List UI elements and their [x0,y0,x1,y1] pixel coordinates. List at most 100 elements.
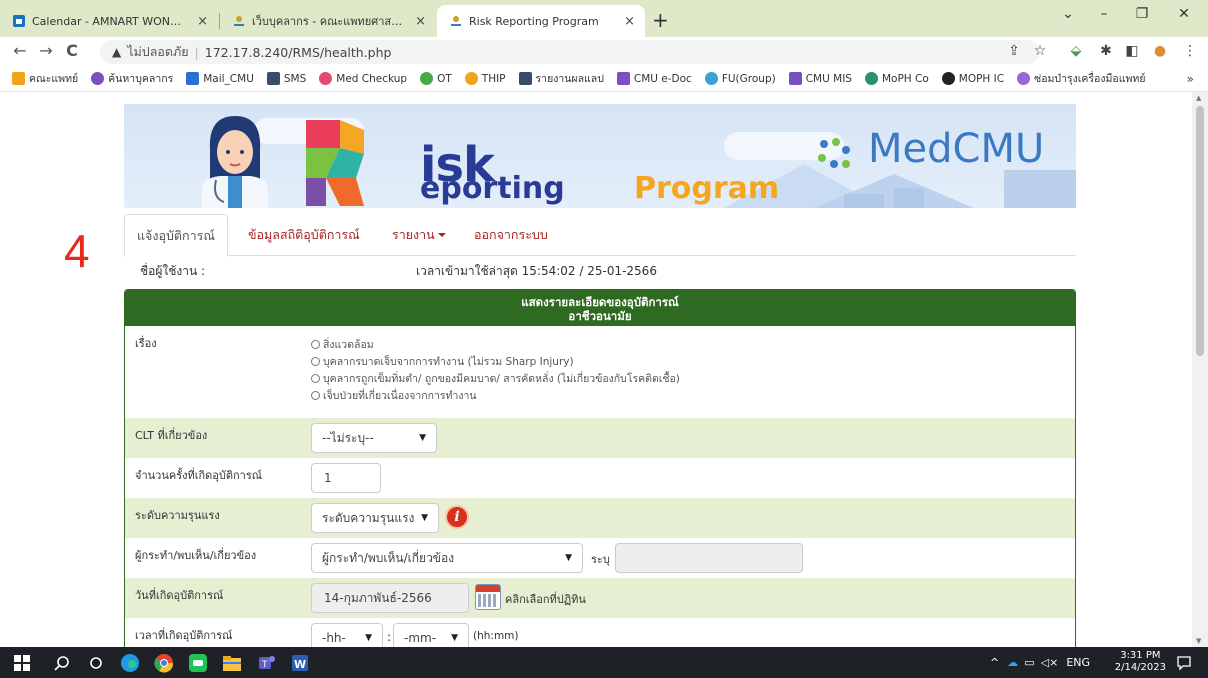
word-icon[interactable]: W [288,651,312,675]
bookmark-item[interactable]: FU(Group) [704,72,776,85]
tab-incident-statistics[interactable]: ข้อมูลสถิติอุบัติการณ์ [236,214,372,256]
bookmark-item[interactable]: Mail_CMU [186,72,254,85]
calendar-icon[interactable] [475,584,501,610]
profile-icon[interactable]: ● [1150,43,1170,59]
sidepanel-icon[interactable]: ◧ [1122,43,1142,59]
clock-date: 2/14/2023 [1114,662,1166,673]
info-icon[interactable]: i [445,505,469,529]
bookmark-item[interactable]: SMS [266,72,306,85]
address-bar[interactable]: ▲ ไม่ปลอดภัย | 172.17.8.240/RMS/health.p… [100,40,1040,64]
tab-risk-reporting[interactable]: Risk Reporting Program × [437,5,645,37]
severity-select[interactable]: ระดับความรุนแรง ▼ [311,503,439,533]
radio-button[interactable] [311,391,320,400]
radio-option[interactable]: บุคลากรถูกเข็มทิ่มตำ/ ถูกของมีคมบาด/ สาร… [311,370,680,387]
tab-calendar[interactable]: Calendar - AMNART WONGCHAI × [0,5,218,37]
bookmark-item[interactable]: คณะแพทย์ [12,70,78,87]
panel-header: แสดงรายละเอียดของอุบัติการณ์ อาชีวอนามัย [125,290,1075,326]
bookmark-item[interactable]: CMU MIS [788,72,852,85]
minimize-button[interactable]: – [1084,6,1124,22]
notification-icon[interactable] [1172,651,1196,675]
browser-toolbar: ← → C ▲ ไม่ปลอดภัย | 172.17.8.240/RMS/he… [0,37,1208,66]
minute-select[interactable]: -mm- ▼ [393,623,469,647]
incident-count-input[interactable]: 1 [311,463,381,493]
bookmark-item[interactable]: รายงานผลแลป [518,70,604,87]
close-window-button[interactable]: ✕ [1164,6,1204,22]
scrollbar-thumb[interactable] [1196,106,1204,356]
bookmark-item[interactable]: THIP [464,72,506,85]
line-icon[interactable] [186,651,210,675]
tab-reports[interactable]: รายงาน [380,214,458,256]
radio-button[interactable] [311,340,320,349]
network-icon[interactable]: ▭ [1024,656,1034,669]
bookmark-icon [788,72,802,85]
file-explorer-icon[interactable] [220,651,244,675]
bookmark-item[interactable]: MOPH IC [941,72,1004,85]
bookmark-item[interactable]: MoPH Co [864,72,929,85]
scroll-up-icon[interactable]: ▲ [1196,94,1201,102]
bookmark-icon [420,72,434,85]
close-tab-icon[interactable]: × [197,14,208,29]
chrome-icon[interactable] [152,651,176,675]
clt-select[interactable]: --ไม่ระบุ-- ▼ [311,423,437,453]
involved-select[interactable]: ผู้กระทำ/พบเห็น/เกี่ยวข้อง ▼ [311,543,583,573]
teams-icon[interactable]: T [254,651,278,675]
radio-button[interactable] [311,357,320,366]
security-status[interactable]: ไม่ปลอดภัย [127,42,188,62]
forward-button[interactable]: → [36,41,56,60]
bookmarks-overflow-button[interactable]: » [1187,72,1194,86]
reload-button[interactable]: C [62,41,82,60]
taskbar-clock[interactable]: 3:31 PM 2/14/2023 [1115,650,1166,674]
back-button[interactable]: ← [10,41,30,60]
windows-start-icon[interactable] [10,651,34,675]
outlook-icon [186,72,200,85]
radio-option[interactable]: เจ็บป่วยที่เกี่ยวเนื่องจากการทำงาน [311,387,680,404]
incident-date-input[interactable]: 14-กุมภาพันธ์-2566 [311,583,469,613]
tab-title: เว็บบุคลากร - คณะแพทยศาสตร์ มหาวิทยาลัย [252,15,405,28]
share-icon[interactable]: ⇪ [1004,43,1024,59]
calendar-icon [12,14,26,28]
restore-button[interactable]: ❐ [1122,6,1162,22]
annotation-number: 4 [64,225,90,277]
radio-option[interactable]: สิ่งแวดล้อม [311,336,680,353]
specify-input[interactable] [615,543,803,573]
last-login-text: เวลาเข้ามาใช้ล่าสุด 15:54:02 / 25-01-256… [416,264,657,278]
tab-staff-site[interactable]: เว็บบุคลากร - คณะแพทยศาสตร์ มหาวิทยาลัย … [220,5,436,37]
chevron-up-icon[interactable]: ^ [990,656,999,669]
new-tab-button[interactable]: + [652,8,669,32]
warning-icon[interactable]: ▲ [112,45,121,59]
close-tab-icon[interactable]: × [624,14,635,29]
search-icon[interactable] [50,651,74,675]
chevron-down-icon [437,233,446,237]
close-tab-icon[interactable]: × [415,14,426,29]
radio-button[interactable] [311,374,320,383]
page-scrollbar[interactable]: ▲ ▼ [1192,92,1208,647]
menu-icon[interactable]: ⋮ [1180,43,1200,59]
chevron-down-icon: ▼ [421,513,428,523]
bookmark-item[interactable]: CMU e-Doc [616,72,692,85]
task-view-icon[interactable] [84,651,108,675]
radio-option[interactable]: บุคลากรบาดเจ็บจากการทำงาน (ไม่รวม Sharp … [311,353,680,370]
tab-search-button[interactable]: ⌄ [1048,6,1088,22]
edge-icon[interactable] [118,651,142,675]
tab-logout[interactable]: ออกจากระบบ [462,214,560,256]
svg-text:W: W [294,658,306,671]
extension-icon[interactable]: ⬙ [1066,43,1086,59]
bookmark-item[interactable]: OT [420,72,452,85]
calendar-hint: คลิกเลือกที่ปฏิทิน [505,593,586,606]
bookmark-item[interactable]: ค้นหาบุคลากร [91,70,173,87]
url-text[interactable]: 172.17.8.240/RMS/health.php [205,45,392,60]
bookmark-icon [464,72,478,85]
bookmarks-bar: คณะแพทย์ ค้นหาบุคลากร Mail_CMU SMS Med C… [0,66,1208,92]
star-icon[interactable]: ☆ [1030,43,1050,59]
bookmark-item[interactable]: ซ่อมบำรุงเครื่องมือแพทย์ [1017,70,1145,87]
page-viewport: isk eporting Program MedCMU 4 แจ้งอุบัติ… [0,92,1192,647]
input-language[interactable]: ENG [1066,656,1090,669]
volume-icon[interactable]: ◁× [1041,656,1059,669]
scroll-down-icon[interactable]: ▼ [1196,637,1201,645]
hour-select[interactable]: -hh- ▼ [311,623,383,647]
puzzle-icon[interactable]: ✱ [1096,43,1116,59]
form-row-date: วันที่เกิดอุบัติการณ์ 14-กุมภาพันธ์-2566… [125,578,1075,618]
bookmark-item[interactable]: Med Checkup [319,72,407,85]
tab-report-incident[interactable]: แจ้งอุบัติการณ์ [124,214,228,257]
onedrive-icon[interactable]: ☁ [1007,656,1018,669]
